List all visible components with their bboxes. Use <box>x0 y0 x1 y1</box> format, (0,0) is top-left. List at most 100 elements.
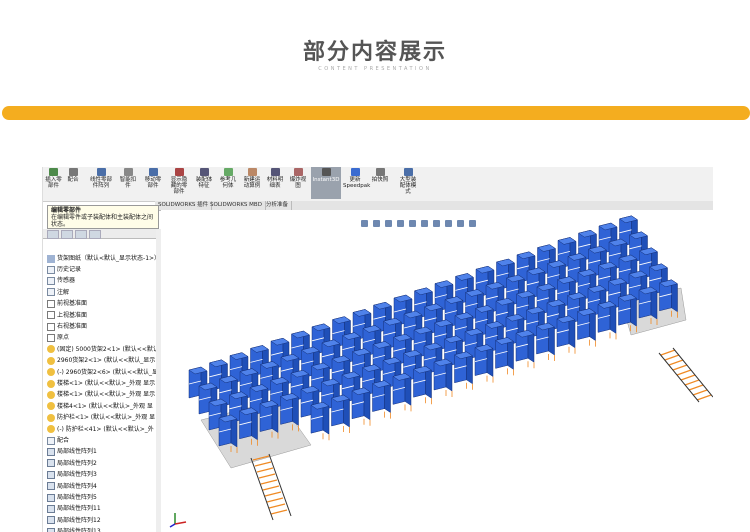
dimxpert-tab[interactable] <box>89 230 101 239</box>
display-style-icon[interactable] <box>421 220 428 227</box>
tree-item[interactable]: 局部线性阵列5 <box>47 492 97 503</box>
command-tab-1[interactable]: SOLIDWORKS MBD <box>207 201 266 210</box>
tree-item-label: 历史记录 <box>57 266 82 273</box>
toolbar-button-4[interactable]: 移动零 部件 <box>141 167 165 199</box>
feature-manager-tree: 货架图纸（默认<默认_显示状态-1>） 历史记录传感器 注解 前视基准面 上视基准面右… <box>43 229 162 532</box>
hide-show-icon[interactable] <box>433 220 440 227</box>
command-tab-0[interactable]: SOLIDWORKS 插件 <box>155 201 213 210</box>
tree-item-label: 局部线性阵列2 <box>57 459 97 467</box>
view-orientation-icon[interactable] <box>409 220 416 227</box>
tree-tab-bar <box>43 229 161 239</box>
view-settings-icon[interactable] <box>469 220 476 227</box>
reference-geometry-icon <box>223 168 233 176</box>
rack-unit <box>556 315 576 354</box>
stair-step <box>684 379 700 386</box>
tree-item[interactable]: 局部线性阵列1 <box>47 446 97 457</box>
tree-item-label: 原点 <box>57 334 70 342</box>
pattern-icon <box>47 447 55 456</box>
toolbar-button-7[interactable]: 参考几 何体 <box>217 167 239 199</box>
tree-item[interactable]: 历史记录 <box>47 264 81 275</box>
stair-step <box>260 479 278 485</box>
mate-icon <box>47 436 55 445</box>
stair-step <box>688 384 704 391</box>
tree-item[interactable]: 配合 <box>47 435 69 446</box>
mate-icon <box>68 168 78 176</box>
part-icon <box>47 413 55 422</box>
tree-item[interactable]: 局部线性阵列4 <box>47 481 97 492</box>
rack-unit <box>453 351 474 390</box>
tree-item[interactable]: 局部线性阵列12 <box>47 515 101 526</box>
toolbar-button-0[interactable]: 插入零 部件 <box>45 167 62 199</box>
part-icon <box>47 390 55 399</box>
pattern-icon <box>47 459 55 468</box>
tree-item-label: 2960货架2<1> (默认<<默认_显示 <box>57 357 156 365</box>
toolbar-button-12[interactable]: 更新 Speedpak <box>343 167 370 199</box>
tree-item[interactable]: 楼梯4<1> (默认<<默认>_外观 显 <box>47 401 153 412</box>
pattern-icon <box>47 527 55 532</box>
graphics-viewport[interactable] <box>161 210 713 532</box>
part-icon <box>47 425 55 434</box>
tree-item[interactable]: 上视基准面 <box>47 310 87 321</box>
scene-icon[interactable] <box>457 220 464 227</box>
tree-item[interactable]: (固定) 5000货架2<1> (默认<<默认 <box>47 344 159 355</box>
large-assembly-icon <box>403 168 413 176</box>
tree-item[interactable]: (-) 2960货架2<6> (默认<<默认_显 <box>47 367 158 378</box>
tree-item[interactable]: 注解 <box>47 287 69 298</box>
toolbar-button-9[interactable]: 材料明 细表 <box>265 167 285 199</box>
tree-item-label: 局部线性阵列4 <box>57 482 97 490</box>
config-tab[interactable] <box>75 230 87 239</box>
tree-item-label: 局部线性阵列11 <box>57 505 101 513</box>
appearance-icon[interactable] <box>445 220 452 227</box>
toolbar-button-5[interactable]: 显示隐 藏的零 部件 <box>167 167 191 199</box>
toolbar-button-11[interactable]: Instant3D <box>311 167 341 199</box>
toolbar-button-6[interactable]: 装配体 特征 <box>193 167 215 199</box>
tree-root-label: 货架图纸（默认<默认_显示状态-1>） <box>57 255 161 262</box>
toolbar-button-10[interactable]: 爆炸视 图 <box>287 167 309 199</box>
tooltip: 编辑零部件 在编辑零件或子装配体和主装配体之间状态。 <box>47 205 159 229</box>
previous-view-icon[interactable] <box>385 220 392 227</box>
command-tab-2[interactable]: 分析准备 <box>263 201 293 210</box>
show-hidden-icon <box>174 168 184 176</box>
tree-item[interactable]: 右视基准面 <box>47 321 87 332</box>
part-icon <box>47 402 55 411</box>
tree-item-label: 防护栏<1> (默认<<默认>_外观 显 <box>57 414 156 422</box>
toolbar-button-8[interactable]: 新建运 动算例 <box>241 167 263 199</box>
toolbar-button-label: 智能扣 件 <box>119 177 137 189</box>
tree-item[interactable]: (-) 防护栏<41> (默认<<默认>_外 <box>47 424 154 435</box>
tree-item[interactable]: 传感器 <box>47 275 75 286</box>
property-tab[interactable] <box>61 230 73 239</box>
zoom-fit-icon[interactable] <box>361 220 368 227</box>
tree-item[interactable]: 局部线性阵列2 <box>47 458 97 469</box>
assembly-icon <box>47 254 55 263</box>
tree-item[interactable]: 局部线性阵列3 <box>47 469 97 480</box>
stair-step <box>270 509 288 515</box>
toolbar-button-label: 装配体 特征 <box>195 177 213 189</box>
origin-icon <box>47 333 55 342</box>
rack-unit <box>535 322 556 361</box>
toolbar-button-14[interactable]: 大型装 配体模 式 <box>395 167 421 199</box>
tree-item[interactable]: 前视基准面 <box>47 298 87 309</box>
tree-item[interactable]: 防护栏<1> (默认<<默认>_外观 显 <box>47 412 155 423</box>
rack-unit <box>392 372 412 412</box>
move-component-icon <box>148 168 158 176</box>
tree-item[interactable]: 局部线性阵列11 <box>47 503 101 514</box>
tree-item[interactable]: 局部线性阵列13 <box>47 526 101 532</box>
insert-component-icon <box>49 168 58 176</box>
zoom-area-icon[interactable] <box>373 220 380 227</box>
tree-item[interactable]: 楼梯<1> (默认<<默认>_外观 显示 <box>47 389 155 400</box>
toolbar-button-2[interactable]: 线性零部 件阵列 <box>87 167 115 199</box>
toolbar-button-1[interactable]: 配合 <box>63 167 83 199</box>
tree-root[interactable]: 货架图纸（默认<默认_显示状态-1>） <box>47 253 160 264</box>
toolbar-button-13[interactable]: 拍快照 <box>369 167 391 199</box>
section-view-icon[interactable] <box>397 220 404 227</box>
rack-unit <box>576 308 597 347</box>
motion-study-icon <box>247 168 257 176</box>
toolbar-button-3[interactable]: 智能扣 件 <box>117 167 139 199</box>
stair-step <box>676 369 692 376</box>
tree-item[interactable]: 楼梯<1> (默认<<默认>_外观 显示 <box>47 378 155 389</box>
feature-tree-tab[interactable] <box>47 230 59 239</box>
toolbar-button-label: 显示隐 藏的零 部件 <box>170 177 188 195</box>
tree-item[interactable]: 原点 <box>47 332 69 343</box>
tree-item[interactable]: 2960货架2<1> (默认<<默认_显示 <box>47 355 155 366</box>
tree-item-label: 局部线性阵列1 <box>57 448 97 456</box>
